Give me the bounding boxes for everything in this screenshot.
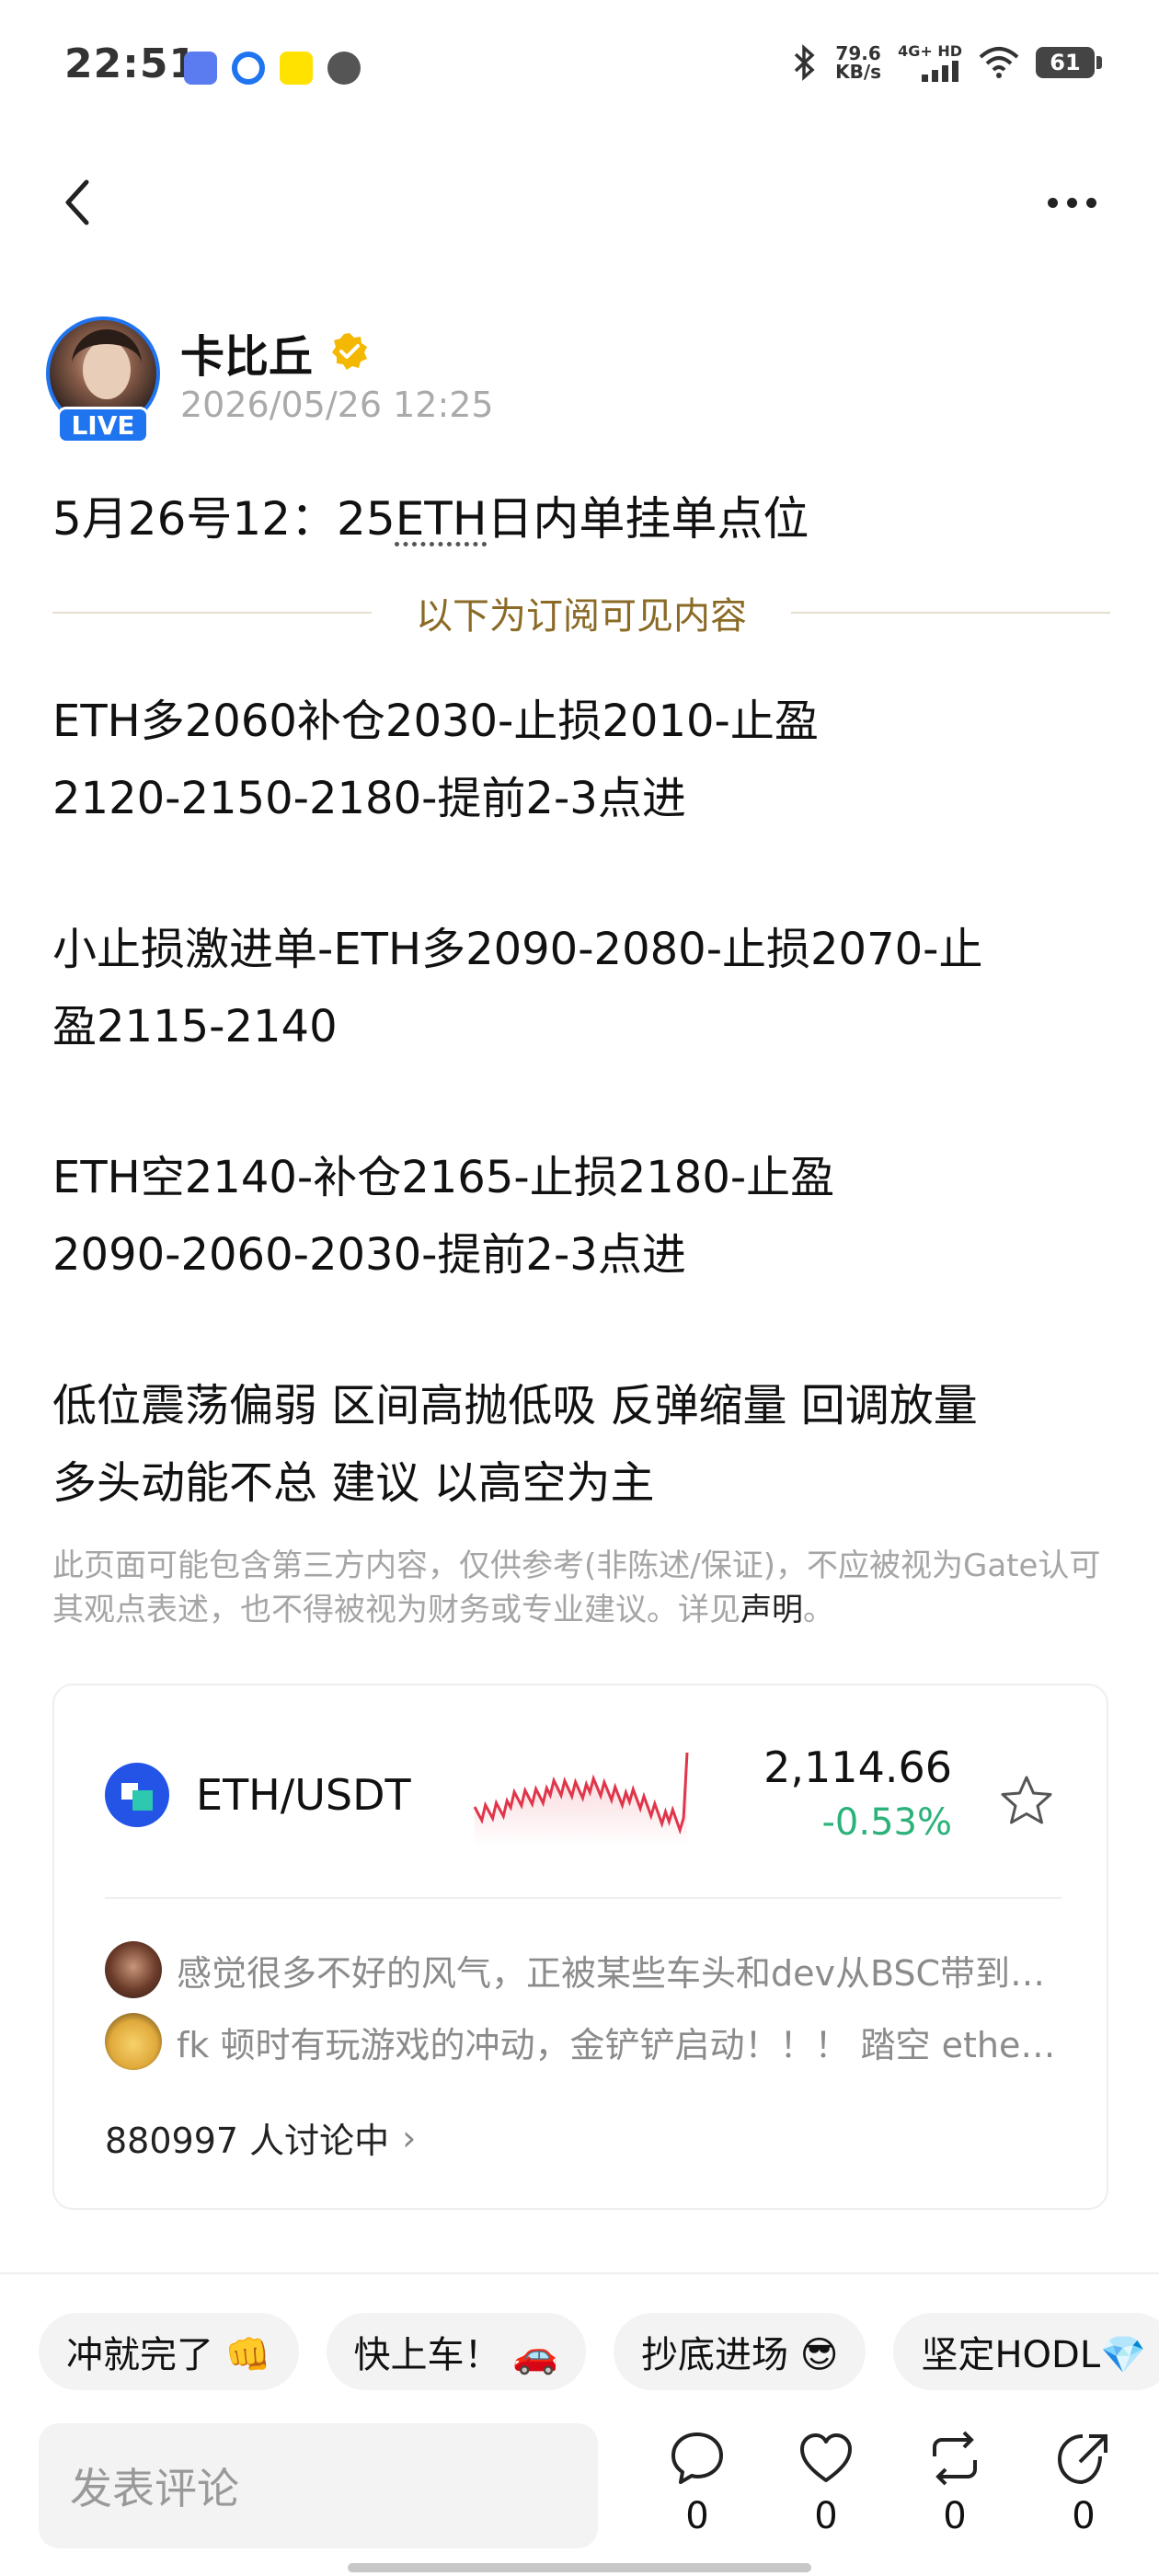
app-notification-icon: [232, 52, 265, 85]
price-value: 2,114.66: [763, 1742, 952, 1792]
post-timestamp: 2026/05/26 12:25: [180, 385, 494, 425]
post-paragraph: ETH空2140-补仓2165-止损2180-止盈 2090-2060-2030…: [52, 1152, 835, 1281]
author-avatar[interactable]: LIVE: [46, 316, 160, 443]
verified-badge-icon: [332, 333, 367, 370]
share-button[interactable]: 0: [1047, 2429, 1120, 2548]
star-icon[interactable]: [997, 1772, 1056, 1831]
home-indicator: [348, 2563, 811, 2572]
status-time: 22:51: [64, 40, 199, 87]
more-options-button[interactable]: [1039, 184, 1104, 221]
quick-reply-chip[interactable]: 抄底进场 😎: [614, 2313, 866, 2390]
share-icon: [1057, 2434, 1107, 2485]
disclaimer-link[interactable]: 声明: [740, 1592, 803, 1628]
repost-button[interactable]: 0: [918, 2429, 992, 2548]
live-badge: LIVE: [57, 407, 149, 443]
battery-icon: 61: [1036, 46, 1102, 78]
status-bar: 22:51 79.6 KB/s 4G+ HD 61: [0, 0, 1159, 138]
back-button[interactable]: [55, 175, 101, 230]
like-button[interactable]: 0: [789, 2429, 863, 2548]
subscription-divider: 以下为订阅可见内容: [52, 585, 1110, 640]
signal-icon: 4G+ HD: [898, 42, 962, 82]
bluetooth-icon: [794, 43, 815, 81]
more-horizontal-icon: [1047, 197, 1058, 208]
market-card[interactable]: ETH/USDT 2,114.66 -0.53% 感觉很多不好的风气，正被某些车…: [52, 1684, 1108, 2210]
author-name[interactable]: 卡比丘: [180, 320, 313, 385]
card-divider: [105, 1897, 1061, 1899]
comment-button[interactable]: 0: [660, 2429, 734, 2548]
chevron-left-icon: [65, 179, 89, 225]
app-notification-icon: [280, 52, 313, 85]
heart-icon: [800, 2433, 852, 2482]
eth-ticker-link[interactable]: ETH: [396, 492, 488, 546]
section-divider: [0, 2272, 1159, 2274]
commenter-avatar: [105, 1941, 162, 1998]
repost-icon: [933, 2431, 977, 2486]
quick-reply-chip[interactable]: 冲就完了 👊: [39, 2313, 299, 2390]
post-paragraph: 小止损激进单-ETH多2090-2080-止损2070-止 盈2115-2140: [52, 924, 983, 1052]
post-title: 5月26号12：25ETH日内单挂单点位: [52, 492, 809, 546]
network-speed: 79.6 KB/s: [835, 41, 882, 83]
eth-coin-icon: [105, 1763, 169, 1827]
price-sparkline: [473, 1752, 689, 1846]
comment-preview[interactable]: 感觉很多不好的风气，正被某些车头和dev从BSC带到…: [105, 1939, 1061, 2000]
comment-icon: [671, 2432, 723, 2484]
quick-reply-chip[interactable]: 坚定HODL💎: [893, 2313, 1159, 2390]
comment-input[interactable]: 发表评论: [39, 2423, 598, 2548]
disclaimer: 此页面可能包含第三方内容，仅供参考(非陈述/保证)，不应被视为Gate认可其观点…: [52, 1547, 1101, 1628]
price-change: -0.53%: [821, 1801, 952, 1844]
chevron-right-icon: ›: [402, 2117, 417, 2158]
discussion-count-link[interactable]: 880997 人讨论中 ›: [105, 2112, 416, 2163]
subscription-divider-label: 以下为订阅可见内容: [416, 595, 747, 638]
trading-pair: ETH/USDT: [196, 1770, 411, 1820]
quick-reply-row: 冲就完了 👊 快上车！ 🚗 抄底进场 😎 坚定HODL💎: [39, 2313, 1159, 2390]
post-paragraph: 低位震荡偏弱 区间高抛低吸 反弹缩量 回调放量 多头动能不总 建议 以高空为主: [52, 1380, 978, 1509]
post-paragraph: ETH多2060补仓2030-止损2010-止盈 2120-2150-2180-…: [52, 696, 819, 824]
post-content: ETH多2060补仓2030-止损2010-止盈 2120-2150-2180-…: [52, 683, 1110, 1522]
commenter-avatar: [105, 2013, 162, 2070]
app-notification-icon: [184, 52, 217, 85]
status-indicators: 79.6 KB/s 4G+ HD 61: [791, 41, 1102, 83]
comment-preview[interactable]: fk 顿时有玩游戏的冲动，金铲铲启动！！！ 踏空 ether…: [105, 2011, 1061, 2072]
chat-notification-icon: [327, 52, 361, 85]
wifi-icon: [979, 46, 1019, 78]
quick-reply-chip[interactable]: 快上车！ 🚗: [326, 2313, 587, 2390]
